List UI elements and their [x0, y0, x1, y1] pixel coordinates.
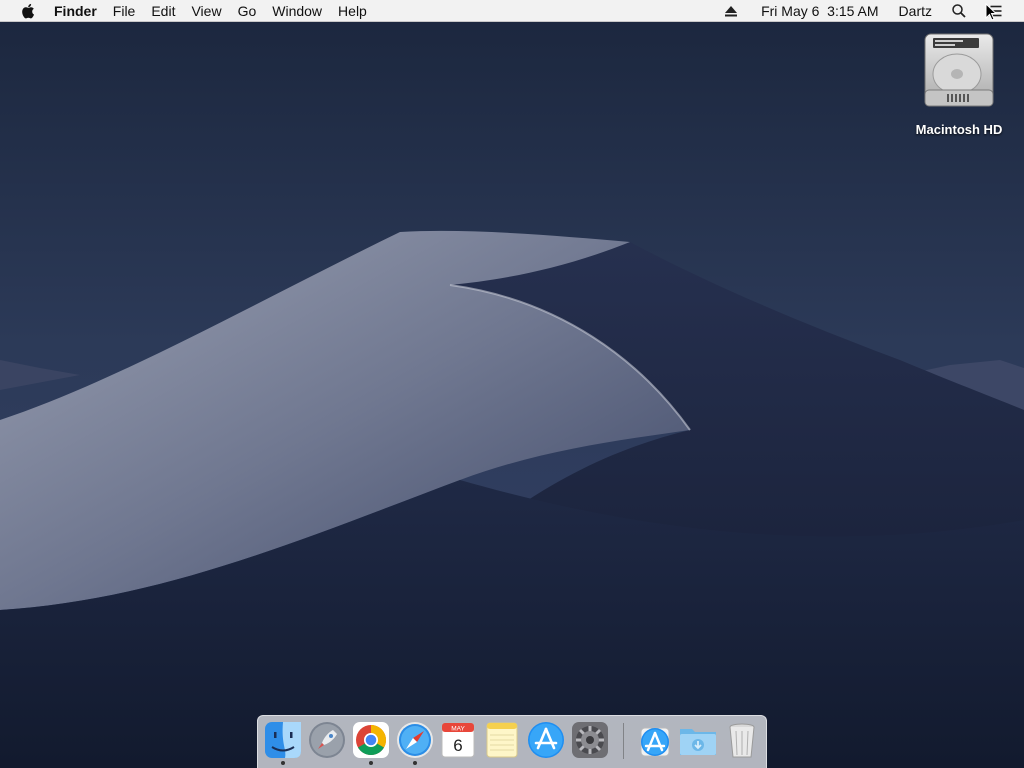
calendar-icon: MAY 6 — [441, 722, 475, 758]
dock-item-calendar[interactable]: MAY 6 — [438, 720, 478, 760]
hard-drive-icon — [924, 33, 994, 107]
status-area: Fri May 6 3:15 AM Dartz — [711, 0, 1024, 22]
launchpad-icon — [309, 722, 345, 758]
dock-item-trash[interactable] — [722, 720, 762, 760]
desktop-wallpaper — [0, 0, 1024, 768]
menu-help[interactable]: Help — [330, 0, 375, 22]
desktop-icon-macintosh-hd[interactable]: Macintosh HD — [905, 30, 1013, 137]
user-menu[interactable]: Dartz — [889, 0, 942, 22]
dock-divider — [623, 723, 624, 759]
downloads-folder-icon — [680, 729, 716, 755]
dock-item-system-preferences[interactable] — [570, 720, 610, 760]
eject-icon[interactable] — [711, 5, 751, 17]
safari-icon — [397, 722, 433, 758]
spotlight-search-icon[interactable] — [942, 4, 976, 18]
running-indicator — [281, 761, 285, 765]
notes-icon — [486, 722, 518, 758]
mouse-pointer-icon — [985, 3, 997, 21]
calendar-month: MAY — [451, 726, 465, 733]
running-indicator — [369, 761, 373, 765]
menu-file[interactable]: File — [105, 0, 144, 22]
dock-item-notes[interactable] — [482, 720, 522, 760]
running-indicator — [413, 761, 417, 765]
app-menu-finder[interactable]: Finder — [44, 0, 105, 22]
clock[interactable]: Fri May 6 3:15 AM — [751, 0, 888, 22]
menu-window[interactable]: Window — [264, 0, 330, 22]
menu-edit[interactable]: Edit — [143, 0, 183, 22]
system-preferences-icon — [572, 722, 608, 758]
applications-stack-icon — [640, 727, 670, 757]
dock-item-chrome[interactable] — [351, 720, 391, 765]
dock-item-finder[interactable] — [263, 720, 303, 765]
dock-item-safari[interactable] — [395, 720, 435, 765]
dock: MAY 6 — [257, 715, 767, 768]
desktop-icon-label: Macintosh HD — [915, 122, 1003, 137]
dock-item-downloads[interactable] — [678, 720, 718, 760]
apple-menu-icon[interactable] — [18, 1, 38, 21]
trash-icon — [729, 723, 755, 758]
finder-icon — [265, 722, 301, 758]
menu-view[interactable]: View — [183, 0, 229, 22]
dock-item-app-store[interactable] — [526, 720, 566, 760]
chrome-icon — [353, 722, 389, 758]
menu-go[interactable]: Go — [230, 0, 265, 22]
app-store-icon — [528, 722, 564, 758]
dock-item-launchpad[interactable] — [307, 720, 347, 760]
calendar-day: 6 — [453, 736, 462, 755]
menu-bar: Finder File Edit View Go Window Help Fri… — [0, 0, 1024, 22]
dock-item-applications[interactable] — [635, 720, 675, 760]
notification-center-icon[interactable] — [976, 5, 1024, 17]
